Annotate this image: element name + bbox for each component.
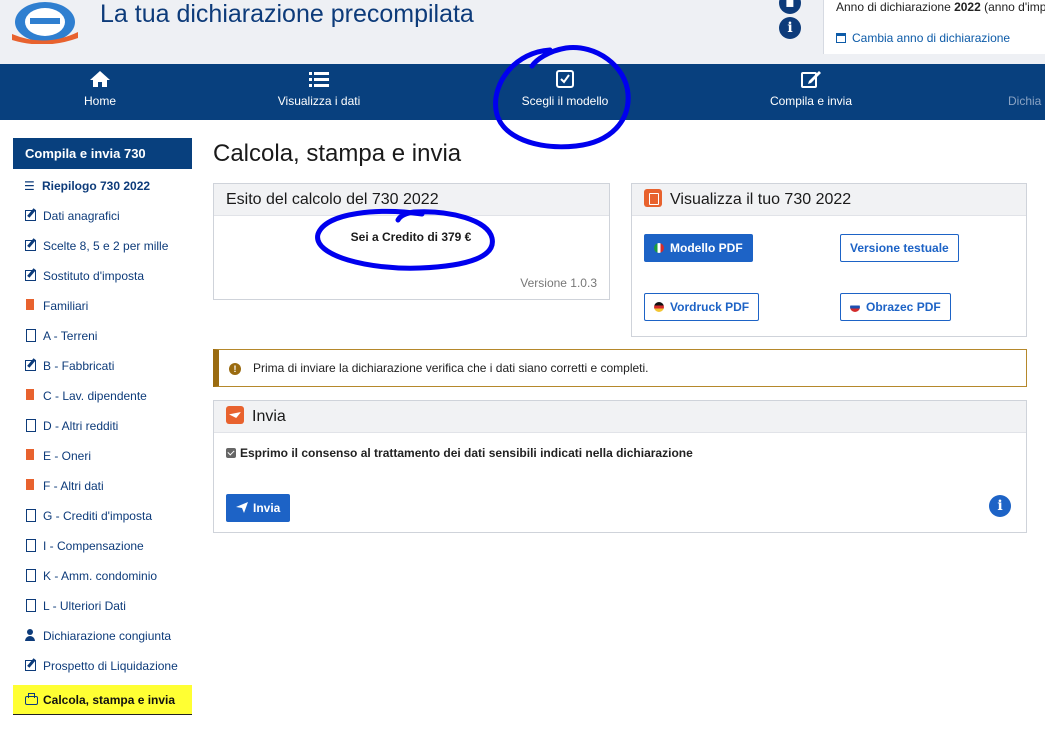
visualizza-card: Visualizza il tuo 730 2022 Modello PDF V… (631, 183, 1027, 337)
pdf-file-icon (24, 299, 38, 311)
warning-text: Prima di inviare la dichiarazione verifi… (253, 361, 649, 375)
nav-home[interactable]: Home (60, 64, 140, 120)
obrazec-pdf-button[interactable]: Obrazec PDF (840, 293, 951, 321)
warning-alert: ! Prima di inviare la dichiarazione veri… (213, 349, 1027, 387)
tax-year-value: 2022 (954, 0, 981, 14)
sidebar-item-oneri[interactable]: E - Oneri (13, 441, 192, 471)
print-icon (24, 693, 38, 705)
invia-button[interactable]: Invia (226, 494, 291, 522)
info-icon[interactable]: i (779, 17, 801, 39)
sidebar-item-dati-anagrafici[interactable]: Dati anagrafici (13, 201, 192, 231)
file-icon (24, 599, 38, 612)
warning-icon: ! (229, 363, 241, 375)
home-icon (60, 64, 140, 94)
sidebar-item-altri-redditi[interactable]: D - Altri redditi (13, 411, 192, 441)
nav-visualizza-dati[interactable]: Visualizza i dati (264, 64, 374, 120)
sidebar-item-crediti[interactable]: G - Crediti d'imposta (13, 501, 192, 531)
vordruck-pdf-button[interactable]: Vordruck PDF (644, 293, 760, 321)
pdf-file-icon (24, 449, 38, 461)
sidebar-item-dichiarazione-congiunta[interactable]: Dichiarazione congiunta (13, 621, 192, 651)
list-icon: ☰ (24, 179, 35, 193)
edit-icon (24, 239, 38, 251)
nav-home-label: Home (83, 94, 116, 108)
file-icon (24, 539, 38, 552)
nav-compila-invia[interactable]: Compila e invia (756, 64, 866, 120)
send-icon (236, 502, 248, 513)
sidebar-item-calcola[interactable]: Calcola, stampa e invia (13, 685, 192, 715)
sidebar-item-fabbricati[interactable]: B - Fabbricati (13, 351, 192, 381)
tax-year-label: Anno di dichiarazione 2022 (anno d'imp (836, 0, 1045, 14)
visualizza-heading: Visualizza il tuo 730 2022 (632, 184, 1026, 216)
pdf-file-icon (24, 389, 38, 401)
credit-result: Sei a Credito di 379 € (350, 230, 472, 244)
year-selector-panel: Anno di dichiarazione 2022 (anno d'imp C… (823, 0, 1045, 54)
sidebar-item-terreni[interactable]: A - Terreni (13, 321, 192, 351)
info-icon[interactable]: i (989, 495, 1011, 517)
sidebar-item-lav-dipendente[interactable]: C - Lav. dipendente (13, 381, 192, 411)
edit-icon (756, 64, 866, 94)
germany-flag-icon (654, 302, 664, 312)
list-icon (264, 64, 374, 94)
clipboard-icon[interactable]: ▪ (779, 0, 801, 14)
page-title: Calcola, stampa e invia (213, 140, 462, 167)
nav-scegli-modello-label: Scegli il modello (521, 94, 609, 108)
version-label: Versione 1.0.3 (520, 276, 597, 290)
sidebar: Compila e invia 730 ☰ Riepilogo 730 2022 … (13, 138, 192, 715)
edit-icon (24, 269, 38, 281)
agenzia-entrate-logo[interactable] (12, 0, 78, 44)
sidebar-item-compensazione[interactable]: I - Compensazione (13, 531, 192, 561)
nav-dichiarazione[interactable]: Dichia (1008, 64, 1045, 120)
pdf-file-icon (24, 479, 38, 491)
sidebar-item-prospetto[interactable]: Prospetto di Liquidazione (13, 651, 192, 681)
esito-card: Esito del calcolo del 730 2022 Sei a Cre… (213, 183, 610, 300)
modello-pdf-button[interactable]: Modello PDF (644, 234, 753, 262)
send-icon (226, 406, 244, 424)
file-icon (24, 419, 38, 432)
app-title: La tua dichiarazione precompilata (100, 0, 474, 28)
file-icon (24, 509, 38, 522)
sidebar-item-familiari[interactable]: Familiari (13, 291, 192, 321)
consent-checkbox-row[interactable]: Esprimo il consenso al trattamento dei d… (226, 446, 693, 460)
consent-checkbox[interactable] (226, 448, 236, 458)
sidebar-item-ulteriori-dati[interactable]: L - Ulteriori Dati (13, 591, 192, 621)
sidebar-item-altri-dati[interactable]: F - Altri dati (13, 471, 192, 501)
invia-card: Invia Esprimo il consenso al trattamento… (213, 400, 1027, 533)
invia-heading: Invia (214, 401, 1026, 433)
edit-icon (24, 359, 38, 371)
main-navbar: Home Visualizza i dati Scegli il modello… (0, 64, 1045, 120)
italy-flag-icon (654, 243, 664, 253)
nav-compila-invia-label: Compila e invia (769, 94, 853, 108)
sidebar-item-riepilogo[interactable]: ☰ Riepilogo 730 2022 (13, 171, 192, 201)
edit-icon (24, 209, 38, 221)
sidebar-item-scelte[interactable]: Scelte 8, 5 e 2 per mille (13, 231, 192, 261)
change-year-link[interactable]: Cambia anno di dichiarazione (836, 31, 1010, 45)
sidebar-item-sostituto[interactable]: Sostituto d'imposta (13, 261, 192, 291)
esito-heading: Esito del calcolo del 730 2022 (214, 184, 609, 216)
nav-scegli-modello[interactable]: Scegli il modello (510, 64, 620, 120)
sidebar-item-condominio[interactable]: K - Amm. condominio (13, 561, 192, 591)
file-icon (24, 329, 38, 342)
slovenia-flag-icon (850, 302, 860, 312)
top-header: La tua dichiarazione precompilata ▪ i An… (0, 0, 1045, 64)
check-square-icon (510, 64, 620, 94)
nav-visualizza-dati-label: Visualizza i dati (277, 94, 361, 108)
calendar-icon (836, 33, 846, 43)
sidebar-heading: Compila e invia 730 (13, 138, 192, 169)
user-icon (24, 629, 38, 641)
pdf-file-icon (644, 189, 662, 207)
edit-icon (24, 659, 38, 671)
file-icon (24, 569, 38, 582)
versione-testuale-button[interactable]: Versione testuale (840, 234, 959, 262)
nav-dichiarazione-label: Dichia (1008, 94, 1042, 108)
